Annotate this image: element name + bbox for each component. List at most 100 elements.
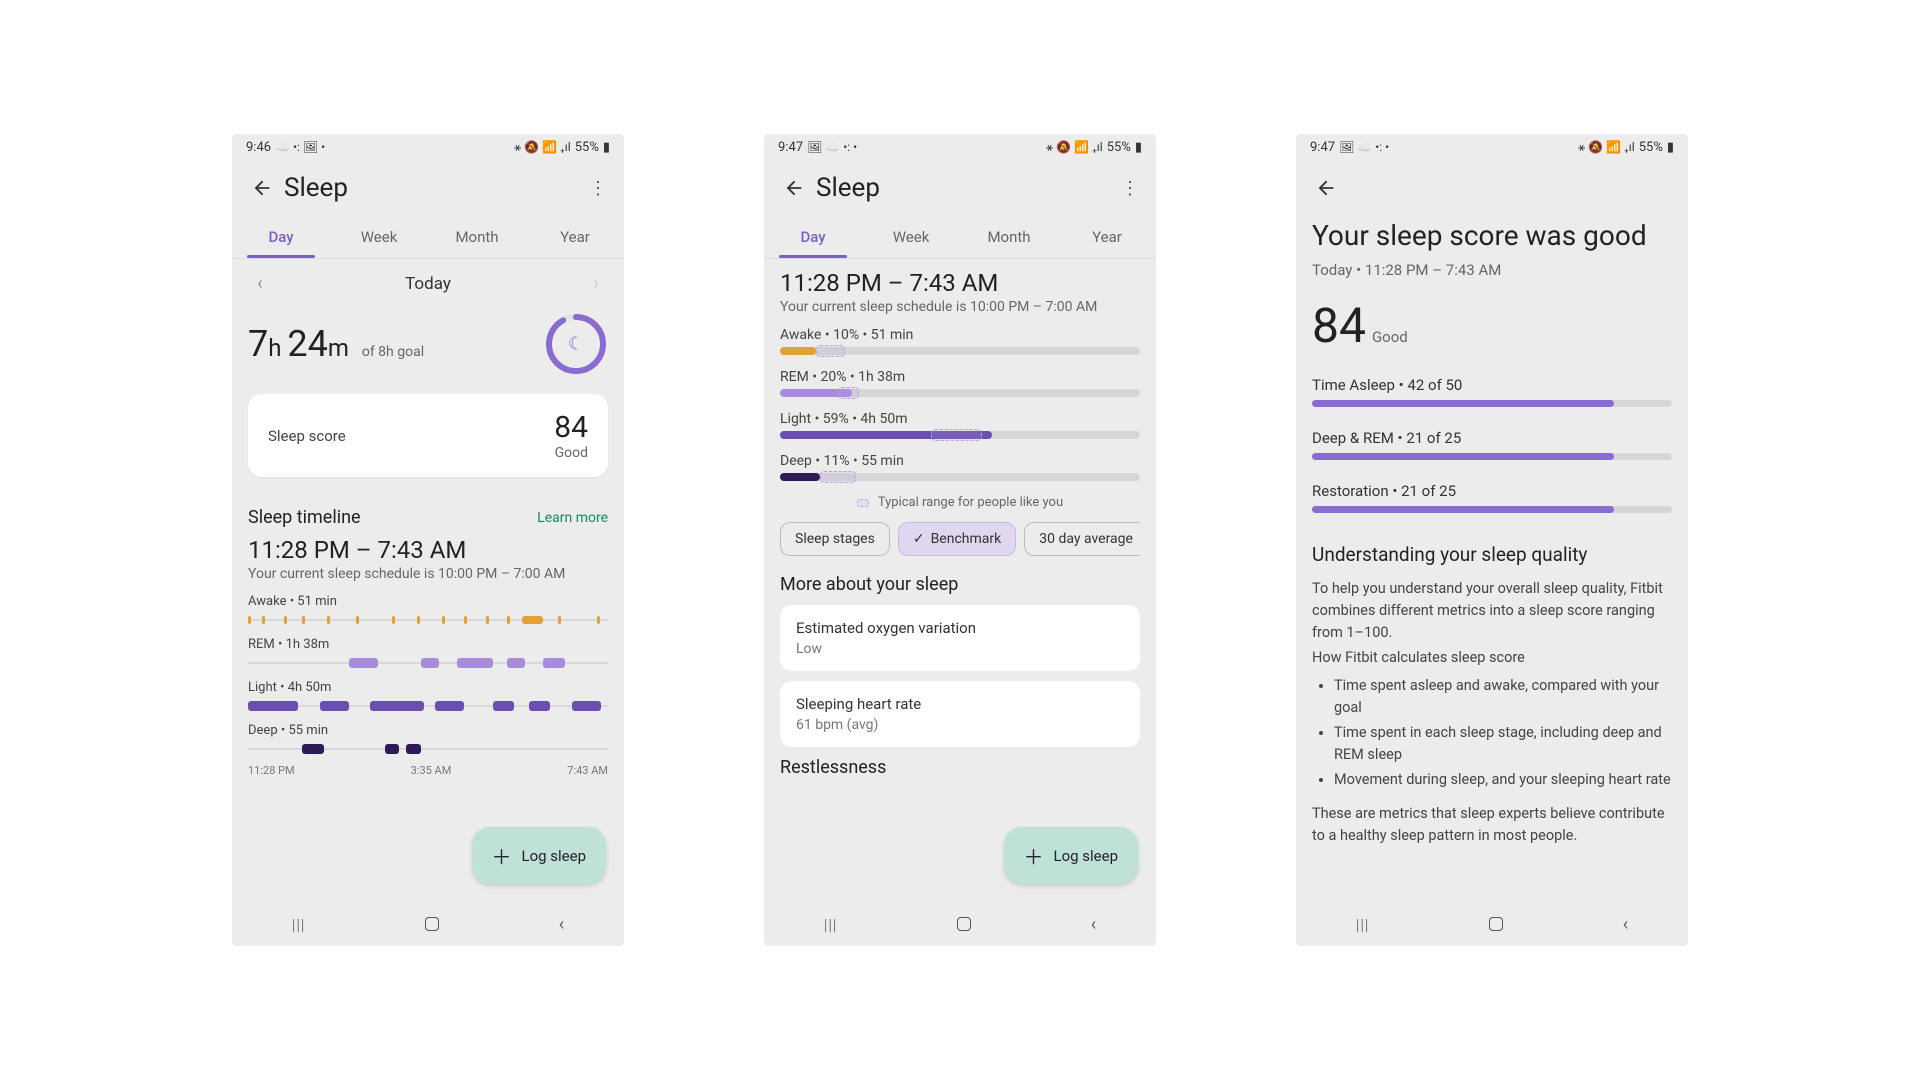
statusbar: 9:47 🖼 ☁️ •: • ⚹ 🔕 📶 ₊ıl 55% ▮ (764, 134, 1156, 160)
sleep-hours: 7 (248, 323, 268, 365)
metric-bar (1312, 453, 1672, 460)
stage-label: Awake • 10% • 51 min (780, 327, 1140, 343)
hr-value: 61 bpm (avg) (796, 717, 1124, 733)
stage-rem-label: REM • 1h 38m (248, 637, 608, 652)
stage-deep-row (248, 740, 608, 758)
status-icons-left: ☁️ •: 🖼 • (275, 140, 325, 154)
back-arrow-icon (251, 177, 273, 199)
system-navbar: ||| ‹ (1296, 902, 1688, 946)
page-title: Sleep (816, 173, 1118, 203)
chip-30-day-avg[interactable]: 30 day average (1024, 522, 1140, 556)
prev-day-button[interactable]: ‹ (248, 273, 272, 294)
calc-bullets: Time spent asleep and awake, compared wi… (1334, 675, 1672, 791)
score-headline: Your sleep score was good (1312, 218, 1672, 253)
log-sleep-button[interactable]: ＋ Log sleep (1004, 827, 1139, 884)
tab-day[interactable]: Day (232, 216, 330, 258)
stage-bar (780, 431, 1140, 439)
score-big: 84Good (1312, 297, 1408, 354)
status-icons-left: 🖼 ☁️ •: • (807, 140, 857, 154)
next-day-button[interactable]: › (584, 273, 608, 294)
recents-button[interactable]: ||| (1356, 915, 1370, 934)
tab-month[interactable]: Month (428, 216, 526, 258)
stage-light-row (248, 697, 608, 715)
battery-text: 55% (1639, 140, 1663, 155)
back-button[interactable] (778, 172, 810, 204)
moon-icon: ☾ (568, 334, 584, 355)
back-button[interactable] (246, 172, 278, 204)
stage-label: REM • 20% • 1h 38m (780, 369, 1140, 385)
fab-label: Log sleep (522, 847, 587, 865)
sleep-summary: 7h 24m of 8h goal ☾ (248, 312, 608, 376)
sleeping-heart-rate-card[interactable]: Sleeping heart rate 61 bpm (avg) (780, 681, 1140, 747)
statusbar: 9:46 ☁️ •: 🖼 • ⚹ 🔕 📶 ₊ıl 55% ▮ (232, 134, 624, 160)
score-metrics: Time Asleep • 42 of 50Deep & REM • 21 of… (1312, 376, 1672, 513)
status-icons-left: 🖼 ☁️ •: • (1339, 140, 1389, 154)
app-header (1296, 160, 1688, 216)
timeline-title: Sleep timeline (248, 507, 361, 528)
tick-start: 11:28 PM (248, 764, 295, 777)
day-selector: ‹ Today › (248, 259, 608, 308)
page-title: Sleep (284, 173, 586, 203)
understanding-p1: To help you understand your overall slee… (1312, 578, 1672, 643)
recents-button[interactable]: ||| (824, 915, 838, 934)
status-icons-right: ⚹ 🔕 📶 ₊ıl (1046, 140, 1103, 155)
time-range-tabs: Day Week Month Year (232, 216, 624, 259)
tab-week[interactable]: Week (330, 216, 428, 258)
battery-icon: ▮ (1135, 140, 1142, 155)
home-button[interactable] (1489, 917, 1503, 931)
status-icons-right: ⚹ 🔕 📶 ₊ıl (1578, 140, 1635, 155)
restlessness-title: Restlessness (780, 757, 1140, 778)
view-chips: Sleep stages ✓ Benchmark 30 day average (780, 522, 1140, 556)
timeline-chart: Awake • 51 min REM • 1h 38m Light • 4h 5… (248, 594, 608, 777)
score-metric: Deep & REM • 21 of 25 (1312, 429, 1672, 460)
sleep-range: 11:28 PM – 7:43 AM (248, 536, 608, 564)
statusbar: 9:47 🖼 ☁️ •: • ⚹ 🔕 📶 ₊ıl 55% ▮ (1296, 134, 1688, 160)
legend-swatch-icon (857, 499, 869, 507)
stage-label: Deep • 11% • 55 min (780, 453, 1140, 469)
battery-icon: ▮ (603, 140, 610, 155)
tab-month[interactable]: Month (960, 216, 1058, 258)
score-metric: Restoration • 21 of 25 (1312, 482, 1672, 513)
score-number: 84 (1312, 297, 1366, 354)
sleep-goal-text: of 8h goal (362, 344, 424, 360)
sleep-minutes: 24 (287, 323, 327, 365)
back-arrow-icon (783, 177, 805, 199)
chip-sleep-stages[interactable]: Sleep stages (780, 522, 890, 556)
metric-bar (1312, 400, 1672, 407)
home-button[interactable] (425, 917, 439, 931)
phone-screen-2: 9:47 🖼 ☁️ •: • ⚹ 🔕 📶 ₊ıl 55% ▮ Sleep ⋮ D… (764, 134, 1156, 946)
oxy-value: Low (796, 641, 1124, 657)
overflow-menu-button[interactable]: ⋮ (586, 178, 610, 199)
home-button[interactable] (957, 917, 971, 931)
tab-year[interactable]: Year (1058, 216, 1156, 258)
sys-back-button[interactable]: ‹ (1091, 914, 1096, 935)
stage-bar (780, 473, 1140, 481)
back-button[interactable] (1310, 172, 1342, 204)
hr-title: Sleeping heart rate (796, 695, 1124, 713)
legend-text: Typical range for people like you (878, 495, 1063, 510)
phone-screen-1: 9:46 ☁️ •: 🖼 • ⚹ 🔕 📶 ₊ıl 55% ▮ Sleep ⋮ D… (232, 134, 624, 946)
sleep-score-card[interactable]: Sleep score 84 Good (248, 394, 608, 477)
tab-year[interactable]: Year (526, 216, 624, 258)
oxygen-variation-card[interactable]: Estimated oxygen variation Low (780, 605, 1140, 671)
back-arrow-icon (1315, 177, 1337, 199)
learn-more-link[interactable]: Learn more (537, 510, 608, 526)
plus-icon: ＋ (492, 841, 512, 870)
metric-label: Restoration • 21 of 25 (1312, 482, 1672, 500)
check-icon: ✓ (913, 531, 925, 547)
battery-text: 55% (575, 140, 599, 155)
content-area: Your sleep score was good Today • 11:28 … (1296, 216, 1688, 946)
stage-light: Light • 59% • 4h 50m (780, 411, 1140, 439)
metric-label: Deep & REM • 21 of 25 (1312, 429, 1672, 447)
sys-back-button[interactable]: ‹ (1623, 914, 1628, 935)
app-header: Sleep ⋮ (232, 160, 624, 216)
sys-back-button[interactable]: ‹ (559, 914, 564, 935)
log-sleep-button[interactable]: ＋ Log sleep (472, 827, 607, 884)
tab-day[interactable]: Day (764, 216, 862, 258)
clock: 9:46 (246, 140, 271, 155)
tab-week[interactable]: Week (862, 216, 960, 258)
overflow-menu-button[interactable]: ⋮ (1118, 178, 1142, 199)
timeline-header: Sleep timeline Learn more (248, 507, 608, 528)
chip-benchmark[interactable]: ✓ Benchmark (898, 522, 1016, 556)
recents-button[interactable]: ||| (292, 915, 306, 934)
